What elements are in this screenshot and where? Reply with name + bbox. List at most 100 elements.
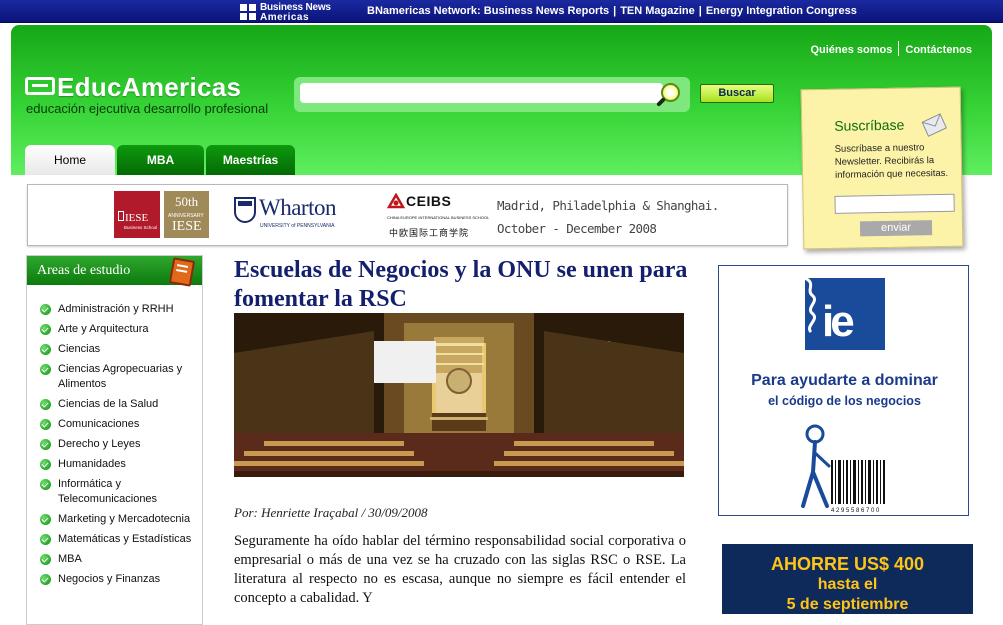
ceibs-emblem-icon [387,193,405,209]
area-item-label: Ciencias Agropecuarias y Alimentos [58,363,183,390]
wharton-shield-icon [234,197,256,223]
wharton-logo: Wharton UNIVERSITY of PENNSYLVANIA [233,195,343,232]
area-item-label: Humanidades [58,458,126,470]
search-input[interactable] [300,83,663,103]
tab-home[interactable]: Home [25,145,115,175]
article-photo[interactable] [234,313,684,477]
check-bullet-icon [40,554,51,565]
logo-tagline: educación ejecutiva desarrollo profesion… [26,101,269,116]
area-item[interactable]: Informática y Telecomunicaciones [40,477,200,507]
tab-mba[interactable]: MBA [117,145,204,175]
network-label: BNamericas Network: [367,5,481,17]
bnamericas-logo[interactable]: Business News Americas [240,2,331,23]
check-bullet-icon [40,399,51,410]
iese-text: IESE [125,212,149,224]
area-item[interactable]: Negocios y Finanzas [40,572,200,587]
check-bullet-icon [40,324,51,335]
tab-maestrias[interactable]: Maestrías [206,145,295,175]
schools-banner[interactable]: IESE Business School 50th ANNIVERSARY IE… [27,184,788,246]
promo-line2: hasta el [817,576,878,593]
promo-line1: AHORRE US$ 400 [770,554,925,574]
iese-logo: IESE Business School [114,191,160,238]
link-contactenos[interactable]: Contáctenos [905,44,972,56]
ceibs-logo: CEIBS CHINA EUROPE INTERNATIONAL BUSINES… [383,191,489,241]
iese-text: IESE [172,219,202,234]
article-body: Seguramente ha oído hablar del término r… [234,533,686,606]
area-item-label: Matemáticas y Estadísticas [58,533,192,545]
separator: | [698,5,702,17]
anniversary-number: 50th [175,194,199,209]
search-box [294,77,690,112]
banner-dates: October - December 2008 [497,221,657,236]
check-bullet-icon [40,459,51,470]
areas-sidebar: Areas de estudio Administración y RRHH Ar… [26,255,203,625]
check-bullet-icon [40,344,51,355]
newsletter-email-input[interactable] [834,193,955,214]
logo-e-icon [25,77,55,95]
ie-logo: ie [804,276,885,350]
logo-text: EducAmericas [57,72,242,102]
area-item[interactable]: Administración y RRHH [40,302,200,317]
wharton-sub: UNIVERSITY of PENNSYLVANIA [260,223,335,229]
promo-line3: 5 de septiembre [786,596,909,613]
area-item[interactable]: Derecho y Leyes [40,437,200,452]
area-item[interactable]: Ciencias [40,342,200,357]
promo-advertisement[interactable]: AHORRE US$ 400 hasta el 5 de septiembre [722,544,973,614]
ie-ad-line2: el código de los negocios [768,394,921,408]
ie-ad-line1: Para ayudarte a dominar [751,372,938,389]
area-item[interactable]: Marketing y Mercadotecnia [40,512,200,527]
ie-wave-icon [804,276,816,334]
link-business-news-reports[interactable]: Business News Reports [484,5,609,17]
area-item[interactable]: MBA [40,552,200,567]
iese-shield-icon [118,211,124,221]
article-byline: Por: Henriette Iraçabal / 30/09/2008 [234,505,428,520]
barcode-number: 4 2 9 5 5 8 6 7 0 0 [831,508,880,514]
area-item-label: Comunicaciones [58,418,140,430]
ie-advertisement[interactable]: ie Para ayudarte a dominar el código de … [718,265,969,516]
newsletter-text: Suscríbase a nuestro Newsletter. Recibir… [834,142,949,181]
link-quienes-somos[interactable]: Quiénes somos [810,44,892,56]
area-item-label: MBA [58,553,82,565]
check-bullet-icon [40,514,51,525]
book-icon [168,257,196,287]
separator: | [613,5,617,17]
area-item-label: Informática y Telecomunicaciones [58,478,158,505]
divider [898,41,900,56]
ie-logo-text: ie [822,297,855,346]
magnifier-icon[interactable] [655,82,681,110]
area-item[interactable]: Arte y Arquitectura [40,322,200,337]
newsletter-title: Suscríbase [834,116,905,134]
area-item-label: Ciencias de la Salud [58,398,159,410]
bnamericas-logo-line2: Americas [260,12,310,23]
area-item[interactable]: Ciencias Agropecuarias y Alimentos [40,362,200,392]
link-energy-integration-congress[interactable]: Energy Integration Congress [706,5,857,17]
article-headline[interactable]: Escuelas de Negocios y la ONU se unen pa… [234,256,704,314]
envelope-icon [921,113,947,137]
iese-sub: Business School [124,225,158,230]
area-item-label: Ciencias [58,343,101,355]
un-assembly-image [234,313,684,477]
area-item[interactable]: Ciencias de la Salud [40,397,200,412]
area-item[interactable]: Matemáticas y Estadísticas [40,532,200,547]
banner-locations: Madrid, Philadelphia & Shanghai. [497,198,719,213]
area-item[interactable]: Humanidades [40,457,200,472]
area-item-label: Administración y RRHH [58,303,174,315]
newsletter-note: Suscríbase Suscríbase a nuestro Newslett… [800,86,964,250]
check-bullet-icon [40,419,51,430]
check-bullet-icon [40,574,51,585]
check-bullet-icon [40,534,51,545]
check-bullet-icon [40,439,51,450]
link-ten-magazine[interactable]: TEN Magazine [620,5,695,17]
areas-list: Administración y RRHH Arte y Arquitectura… [40,302,200,592]
area-item-label: Arte y Arquitectura [58,323,149,335]
search-button[interactable]: Buscar [700,84,774,103]
network-bar: Business News Americas BNamericas Networ… [0,0,1003,23]
iese-anniversary-logo: 50th ANNIVERSARY IESE [163,191,209,238]
ceibs-text: CEIBS [406,193,452,209]
ceibs-sub: CHINA EUROPE INTERNATIONAL BUSINESS SCHO… [387,215,490,220]
area-item[interactable]: Comunicaciones [40,417,200,432]
newsletter-submit-button[interactable]: enviar [859,220,933,237]
area-item-label: Negocios y Finanzas [58,573,161,585]
check-bullet-icon [40,364,51,375]
check-bullet-icon [40,479,51,490]
